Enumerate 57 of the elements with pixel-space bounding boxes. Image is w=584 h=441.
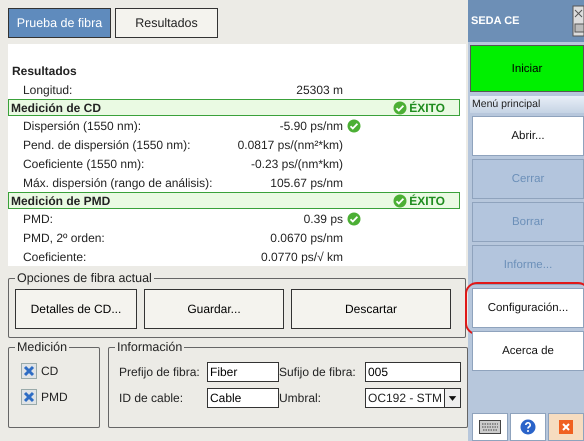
result-label: Máx. dispersión (rango de análisis):: [23, 176, 214, 190]
close-button[interactable]: [548, 413, 584, 441]
app-title: SEDA CE: [471, 15, 520, 27]
field-label: Umbral:: [279, 391, 322, 405]
caret-icon: [444, 389, 460, 407]
checkbox[interactable]: [21, 389, 37, 405]
checkbox-label: CD: [41, 364, 58, 378]
result-label: PMD:: [23, 212, 54, 226]
result-value: 0.0770 ps/√ km: [260, 250, 343, 264]
keyboard-icon: [479, 420, 501, 434]
start-button[interactable]: Iniciar: [470, 45, 584, 92]
field-label: ID de cable:: [119, 391, 184, 405]
status-label: ÉXITO: [409, 100, 445, 114]
tab[interactable]: Resultados: [115, 8, 218, 38]
device-icon[interactable]: [572, 4, 584, 38]
result-label: Coeficiente:: [23, 250, 88, 264]
field-label: Sufijo de fibra:: [279, 365, 357, 379]
keyboard-button[interactable]: [472, 413, 508, 441]
result-label: Longitud:: [23, 82, 74, 96]
input-field[interactable]: Fiber: [207, 362, 279, 382]
menu-item[interactable]: Acerca de: [472, 331, 584, 371]
menu-title: Menú principal: [470, 96, 584, 113]
check-icon: [347, 118, 361, 132]
close-icon: [559, 420, 573, 434]
result-label: Dispersión (1550 nm):: [23, 118, 142, 132]
input-field[interactable]: 005: [365, 362, 461, 382]
status-label: ÉXITO: [409, 194, 445, 208]
check-icon: [347, 212, 361, 226]
result-value: -0.23 ps/(nm*km): [250, 156, 343, 170]
option-button[interactable]: Descartar: [291, 289, 451, 329]
result-label: Coeficiente (1550 nm):: [23, 156, 146, 170]
threshold-dropdown[interactable]: OC192 - STM: [365, 388, 461, 408]
results-title: Resultados: [12, 64, 78, 80]
field-label: Prefijo de fibra:: [119, 365, 201, 379]
result-value: 0.39 ps: [302, 212, 343, 226]
checkbox[interactable]: [21, 363, 37, 379]
group-title: Información: [116, 340, 184, 354]
help-icon: [520, 419, 536, 435]
input-field[interactable]: Cable: [207, 388, 279, 408]
group-title: Opciones de fibra actual: [16, 271, 153, 285]
result-value: -5.90 ps/nm: [278, 118, 343, 132]
option-button[interactable]: Guardar...: [144, 289, 284, 329]
group-title: Medición: [16, 340, 68, 354]
result-value: 0.0817 ps/(nm²*km): [236, 138, 343, 152]
section-title: Medición de PMD: [11, 194, 112, 208]
result-label: PMD, 2º orden:: [23, 230, 106, 244]
menu-item[interactable]: Abrir...: [472, 116, 584, 156]
option-button[interactable]: Detalles de CD...: [15, 289, 137, 329]
result-label: Pend. de dispersión (1550 nm):: [23, 138, 192, 152]
section-title: Medición de CD: [11, 100, 102, 114]
checkbox-label: PMD: [41, 390, 68, 404]
result-value: 0.0670 ps/nm: [269, 230, 343, 244]
menu-item[interactable]: Configuración...: [472, 288, 584, 328]
help-button[interactable]: [510, 413, 546, 441]
result-value: 105.67 ps/nm: [269, 176, 343, 190]
result-value: 25303 m: [295, 82, 343, 96]
tab[interactable]: Prueba de fibra: [8, 8, 111, 38]
